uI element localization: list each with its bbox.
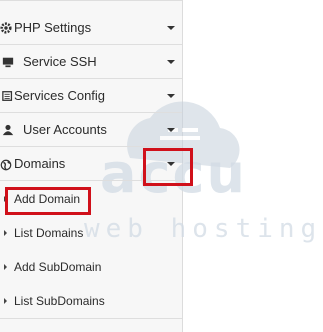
sidebar-item-label: Domains — [14, 156, 66, 171]
divider — [0, 318, 182, 319]
sidebar-item-domains[interactable]: Domains — [0, 148, 182, 181]
monitor-icon — [2, 57, 14, 68]
chevron-down-icon[interactable] — [167, 162, 175, 166]
sidebar-item-label: Service SSH — [23, 54, 97, 69]
chevron-down-icon[interactable] — [167, 60, 175, 64]
sidebar-item-service-ssh[interactable]: Service SSH — [0, 46, 182, 79]
submenu-item-label: Add SubDomain — [14, 260, 102, 274]
submenu-item-add-domain[interactable]: Add Domain — [0, 184, 182, 217]
sidebar-item-label: User Accounts — [23, 122, 107, 137]
gear-icon — [0, 22, 12, 34]
sidebar-item-label: PHP Settings — [14, 20, 92, 35]
sidebar-item-top[interactable] — [0, 0, 182, 1]
submenu-item-label: List SubDomains — [14, 294, 105, 308]
submenu-item-label: Add Domain — [14, 192, 81, 206]
chevron-down-icon[interactable] — [167, 128, 175, 132]
globe-icon — [0, 159, 12, 171]
chevron-right-icon — [4, 230, 7, 236]
user-icon — [2, 124, 14, 136]
chevron-right-icon — [4, 264, 7, 270]
chevron-down-icon[interactable] — [167, 94, 175, 98]
chevron-right-icon — [4, 298, 7, 304]
sidebar-item-user-accounts[interactable]: User Accounts — [0, 114, 182, 147]
submenu-item-label: List Domains — [14, 226, 84, 240]
sidebar-item-services-config[interactable]: Services Config — [0, 80, 182, 113]
chevron-down-icon[interactable] — [167, 26, 175, 30]
submenu-item-list-subdomains[interactable]: List SubDomains — [0, 286, 182, 319]
sidebar-item-label: Services Config — [14, 88, 106, 103]
server-icon — [2, 91, 13, 101]
chevron-right-icon — [4, 196, 7, 202]
submenu-item-list-domains[interactable]: List Domains — [0, 218, 182, 251]
submenu-item-add-subdomain[interactable]: Add SubDomain — [0, 252, 182, 285]
sidebar-item-php-settings[interactable]: PHP Settings — [0, 12, 182, 45]
